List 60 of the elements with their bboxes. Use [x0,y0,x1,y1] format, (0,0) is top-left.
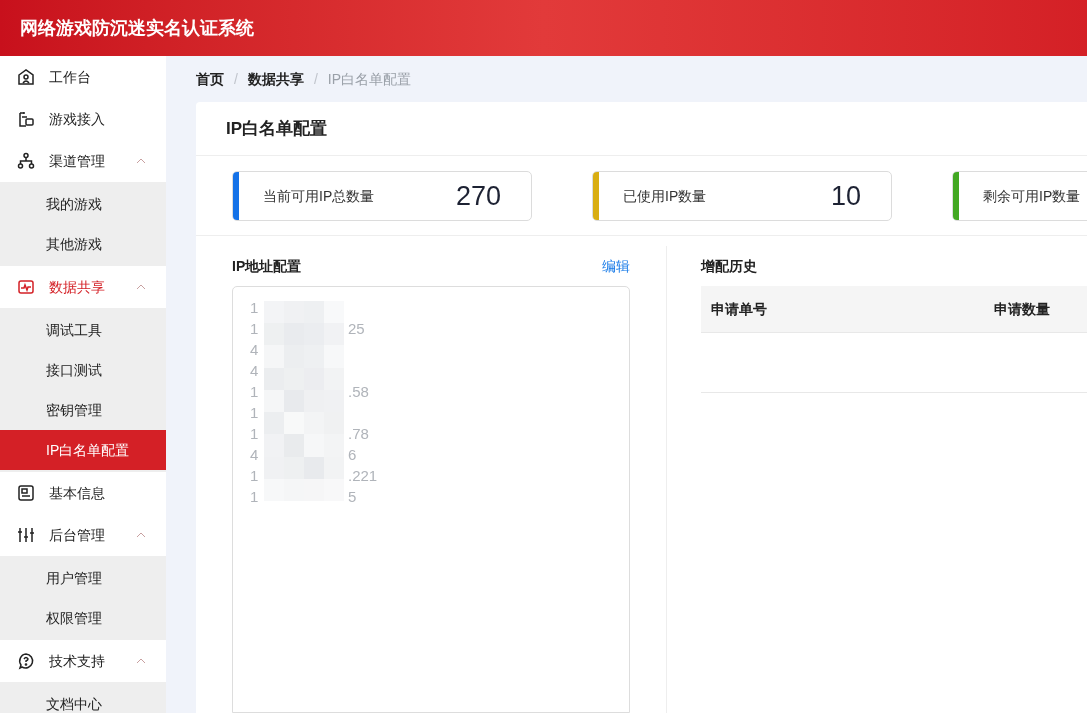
ip-fragment: 4 [250,361,260,381]
sidebar-item[interactable]: 后台管理 [0,514,166,556]
sidebar-item[interactable]: 工作台 [0,56,166,98]
submenu-item[interactable]: 我的游戏 [0,184,166,224]
stat-value: 10 [830,179,861,213]
sliders-icon [17,526,35,544]
stat-label: 剩余可用IP数量 [983,186,1082,206]
chevron-icon [136,158,146,164]
submenu-item[interactable]: 密钥管理 [0,390,166,430]
section-title: IP地址配置 [232,256,302,276]
ip-fragment: .58 [348,382,369,402]
chevron-icon [136,532,146,538]
pulse-icon [17,278,35,296]
breadcrumb-separator: / [234,69,238,89]
ip-fragment: 6 [348,445,357,465]
breadcrumb-item[interactable]: 首页 [196,68,224,90]
ip-fragment: 25 [348,319,365,339]
sidebar-item[interactable]: 渠道管理 [0,140,166,182]
ip-fragment: 1 [250,424,260,444]
ip-fragment: 1 [250,298,260,318]
stat-value: 270 [455,179,501,213]
ip-fragment: 4 [250,445,260,465]
clipboard-icon [17,110,35,128]
sidebar-item[interactable]: 游戏接入 [0,98,166,140]
ip-fragment: 1 [250,403,260,423]
column-header: 申请数量 [994,299,1050,319]
edit-link[interactable]: 编辑 [602,255,630,277]
breadcrumb-item[interactable]: 数据共享 [247,68,304,90]
submenu-item[interactable]: 权限管理 [0,598,166,638]
ip-fragment: .221 [348,466,378,486]
help-icon [17,652,35,670]
app-title: 网络游戏防沉迷实名认证系统 [20,16,254,40]
submenu-item[interactable]: 用户管理 [0,558,166,598]
section-title: 增配历史 [701,256,757,276]
page-title: IP白名单配置 [226,117,328,140]
ip-fragment: 1 [250,382,260,402]
ip-fragment: 1 [250,319,260,339]
breadcrumb-separator: / [313,69,318,89]
home-icon [17,68,35,86]
column-header: 申请单号 [711,299,768,319]
ip-fragment: .78 [348,424,369,444]
sidebar-item[interactable]: 技术支持 [0,640,166,682]
hierarchy-icon [17,152,35,170]
chevron-icon [136,658,146,664]
stat-label: 当前可用IP总数量 [263,186,376,206]
chevron-icon [136,284,146,290]
sidebar-item[interactable]: 数据共享 [0,266,166,308]
submenu-item[interactable]: 接口测试 [0,350,166,390]
submenu-item[interactable]: 其他游戏 [0,224,166,264]
submenu-item[interactable]: 文档中心 [0,684,166,713]
ip-fragment: 5 [348,487,357,507]
ip-fragment: 4 [250,340,260,360]
ip-fragment: 1 [250,466,260,486]
id-card-icon [17,484,35,502]
submenu-item[interactable]: 调试工具 [0,310,166,350]
stat-label: 已使用IP数量 [623,186,708,206]
ip-fragment: 1 [250,487,260,507]
submenu-item[interactable]: IP白名单配置 [0,430,166,470]
breadcrumb-item: IP白名单配置 [327,69,411,89]
sidebar-item[interactable]: 基本信息 [0,472,166,514]
